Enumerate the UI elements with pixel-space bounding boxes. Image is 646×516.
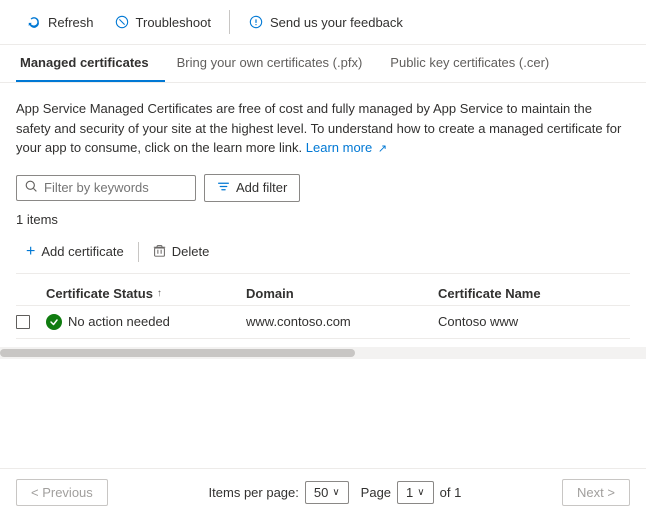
delete-icon [153, 244, 166, 260]
items-per-page: Items per page: 50 ∨ [209, 481, 349, 504]
col-header-name: Certificate Name [438, 286, 630, 301]
troubleshoot-button[interactable]: Troubleshoot [104, 8, 221, 36]
col-header-status[interactable]: Certificate Status ↑ [46, 286, 246, 301]
search-icon [25, 180, 38, 196]
description-text: App Service Managed Certificates are fre… [16, 99, 630, 158]
pagination: < Previous Items per page: 50 ∨ Page 1 ∨… [0, 468, 646, 516]
tab-pfx-certificates[interactable]: Bring your own certificates (.pfx) [173, 45, 379, 82]
chevron-down-icon: ∨ [332, 487, 339, 498]
status-cell: No action needed [46, 314, 246, 330]
table-header: Certificate Status ↑ Domain Certificate … [16, 282, 630, 306]
feedback-icon [248, 14, 264, 30]
domain-cell: www.contoso.com [246, 314, 438, 329]
refresh-label: Refresh [48, 15, 94, 30]
chevron-down-icon: ∨ [417, 487, 424, 498]
toolbar-divider [229, 10, 230, 34]
tabs: Managed certificates Bring your own cert… [0, 45, 646, 83]
page-number-select[interactable]: 1 ∨ [397, 481, 434, 504]
feedback-button[interactable]: Send us your feedback [238, 8, 413, 36]
main-content: App Service Managed Certificates are fre… [0, 83, 646, 359]
delete-button[interactable]: Delete [143, 239, 220, 265]
row-checkbox[interactable] [16, 315, 30, 329]
tab-managed-certificates[interactable]: Managed certificates [16, 45, 165, 82]
feedback-label: Send us your feedback [270, 15, 403, 30]
action-bar: + Add certificate Delete [16, 239, 630, 274]
next-button[interactable]: Next > [562, 479, 630, 506]
external-link-icon: ↗ [378, 143, 387, 155]
horizontal-scrollbar[interactable] [0, 347, 646, 359]
scrollbar-thumb[interactable] [0, 349, 355, 357]
add-filter-button[interactable]: Add filter [204, 174, 300, 202]
toolbar: Refresh Troubleshoot Send us your feedba… [0, 0, 646, 45]
troubleshoot-icon [114, 14, 130, 30]
previous-button[interactable]: < Previous [16, 479, 108, 506]
table-row: No action needed www.contoso.com Contoso… [16, 306, 630, 339]
items-count: 1 items [16, 212, 630, 227]
search-input[interactable] [44, 180, 187, 195]
action-divider [138, 242, 139, 262]
add-certificate-button[interactable]: + Add certificate [16, 239, 134, 265]
page-selector: Page 1 ∨ of 1 [361, 481, 462, 504]
col-header-domain: Domain [246, 286, 438, 301]
items-per-page-select[interactable]: 50 ∨ [305, 481, 349, 504]
sort-icon: ↑ [157, 288, 162, 299]
filter-row: Add filter [16, 174, 630, 202]
certificate-name-cell: Contoso www [438, 314, 630, 329]
tab-cer-certificates[interactable]: Public key certificates (.cer) [386, 45, 565, 82]
troubleshoot-label: Troubleshoot [136, 15, 211, 30]
add-icon: + [26, 244, 35, 260]
pagination-center: Items per page: 50 ∨ Page 1 ∨ of 1 [209, 481, 462, 504]
learn-more-link[interactable]: Learn more ↗ [306, 140, 387, 155]
filter-icon [217, 180, 230, 196]
refresh-icon [26, 14, 42, 30]
refresh-button[interactable]: Refresh [16, 8, 104, 36]
search-box [16, 175, 196, 201]
row-checkbox-cell [16, 315, 46, 329]
status-success-icon [46, 314, 62, 330]
